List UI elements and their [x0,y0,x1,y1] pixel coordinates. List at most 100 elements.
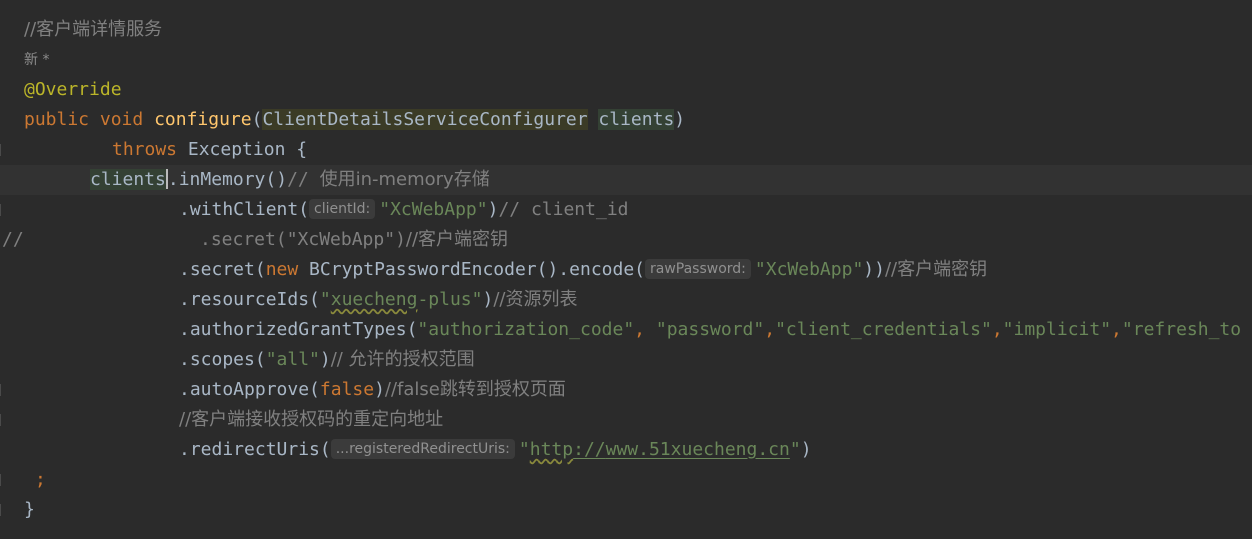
param-hint-raw-password: rawPassword: [645,259,751,279]
auto-approve-close: ) [374,379,385,400]
keyword-new: new [265,259,299,280]
method-name: configure [154,109,252,130]
with-client-method: .withClient( [179,199,310,220]
override-annotation: @Override [24,79,122,100]
with-client-call: .withClient(clientId: "XcWebApp")// clien… [179,195,629,225]
paren-close: ) [674,109,686,130]
code-line-14: //客户端接收授权码的重定向地址 [0,405,1252,435]
gutter-mark [0,414,1,426]
client-id-comment: // client_id [498,199,629,220]
code-line-2: 新 * [0,45,1252,75]
paren-open: ( [251,109,263,130]
code-line-5: throws Exception { [0,135,1252,165]
gutter-mark [0,204,1,216]
redirect-uris-method: .redirectUris( [179,439,331,460]
raw-password-string: "XcWebApp" [754,259,864,280]
resource-ids-close: ) [482,289,494,310]
line-comment-marker: // [2,229,24,250]
auto-approve-call: .autoApprove(false)//false跳转到授权页面 [179,375,566,405]
keyword-false: false [319,379,375,400]
grant-sep: , [991,319,1003,340]
gutter-mark [0,144,1,156]
secret-comment: //客户端密钥 [884,259,988,280]
throws-clause: throws Exception { [112,135,307,165]
param-type: ClientDetailsServiceConfigurer [262,109,588,130]
secret-call: .secret(new BCryptPasswordEncoder().enco… [179,255,987,285]
code-line-1: //客户端详情服务 [0,15,1252,45]
code-line-8: // .secret("XcWebApp")//客户端密钥 [0,225,1252,255]
gutter-mark [0,384,1,396]
grant-types-call: .authorizedGrantTypes("authorization_cod… [179,315,1241,345]
auto-approve-comment: //false跳转到授权页面 [384,379,566,400]
with-client-close: ) [487,199,499,220]
scope-all-string: "all" [265,349,320,370]
resource-id-rest: -plus" [417,289,483,310]
code-line-17: } [0,495,1252,525]
code-line-6-current: clients .inMemory()// 使用in-memory存储 [0,165,1252,195]
gutter-mark [0,474,1,486]
keyword-throws: throws [112,139,178,160]
code-line-15: .redirectUris(...registeredRedirectUris:… [0,435,1252,465]
in-memory-call: clients .inMemory()// 使用in-memory存储 [90,165,490,195]
redirect-url-sep[interactable]: :// [573,439,606,460]
scopes-method: .scopes( [179,349,266,370]
grant-types-method: .authorizedGrantTypes( [179,319,418,340]
grant-sep: , [634,319,656,340]
resource-id-word: xuecheng [330,289,418,310]
redirect-url-host[interactable]: www.51xuecheng.cn [606,439,790,460]
param-name: clients [598,109,675,130]
comment-title: //客户端详情服务 [24,19,163,40]
statement-semicolon: ; [35,469,46,490]
grant-sep: , [764,319,776,340]
keyword-public: public [24,109,90,130]
grant-sep: , [1111,319,1122,340]
commented-secret-text: .secret("XcWebApp") [200,229,406,250]
in-memory-method: .inMemory() [167,169,288,190]
author-marker[interactable]: 新 * [24,45,49,75]
redirect-quote-close: " [789,439,801,460]
exception-text: Exception { [177,139,308,160]
secret-close: )) [863,259,885,280]
in-memory-comment: 使用in-memory存储 [319,169,490,190]
code-line-13: .autoApprove(false)//false跳转到授权页面 [0,375,1252,405]
closing-brace: } [24,499,35,520]
code-line-12: .scopes("all")// 允许的授权范围 [0,345,1252,375]
secret-method: .secret( [179,259,266,280]
code-editor[interactable]: //客户端详情服务 新 * @Override public void conf… [0,0,1252,539]
code-line-9: .secret(new BCryptPasswordEncoder().enco… [0,255,1252,285]
grant-refresh-token: "refresh_to [1121,319,1242,340]
clients-ref: clients [90,169,166,190]
commented-secret-code: .secret("XcWebApp")//客户端密钥 [200,225,508,255]
redirect-quote-open: " [518,439,530,460]
scopes-call: .scopes("all")// 允许的授权范围 [179,345,475,375]
code-line-4: public void configure(ClientDetailsServi… [0,105,1252,135]
code-line-16: ; [0,465,1252,495]
param-hint-redirect-uris: ...registeredRedirectUris: [330,439,515,459]
resource-ids-call: .resourceIds("xuecheng-plus")//资源列表 [179,285,577,315]
redirect-comment: //客户端接收授权码的重定向地址 [179,409,444,430]
commented-secret-comment: //客户端密钥 [405,229,509,250]
in-memory-comment-prefix: // [287,169,320,190]
param-hint-client-id: clientId: [309,199,376,219]
code-line-7: .withClient(clientId: "XcWebApp")// clien… [0,195,1252,225]
keyword-void: void [99,109,144,130]
grant-implicit: "implicit" [1002,319,1112,340]
auto-approve-method: .autoApprove( [179,379,320,400]
redirect-url-scheme[interactable]: http [530,439,573,460]
redirect-uris-call: .redirectUris(...registeredRedirectUris:… [179,435,812,465]
resource-ids-comment: //资源列表 [493,289,578,310]
scopes-close: ) [319,349,331,370]
grant-password: "password" [655,319,765,340]
gutter-mark [0,504,1,516]
resource-quote-open: " [319,289,331,310]
encoder-ctor: BCryptPasswordEncoder().encode( [298,259,645,280]
redirect-uris-close: ) [800,439,812,460]
code-line-11: .authorizedGrantTypes("authorization_cod… [0,315,1252,345]
client-id-string: "XcWebApp" [379,199,488,220]
grant-authorization-code: "authorization_code" [417,319,635,340]
code-line-10: .resourceIds("xuecheng-plus")//资源列表 [0,285,1252,315]
scopes-comment: // 允许的授权范围 [330,349,475,370]
grant-client-credentials: "client_credentials" [775,319,992,340]
code-line-3: @Override [0,75,1252,105]
method-declaration: public void configure(ClientDetailsServi… [24,105,685,135]
